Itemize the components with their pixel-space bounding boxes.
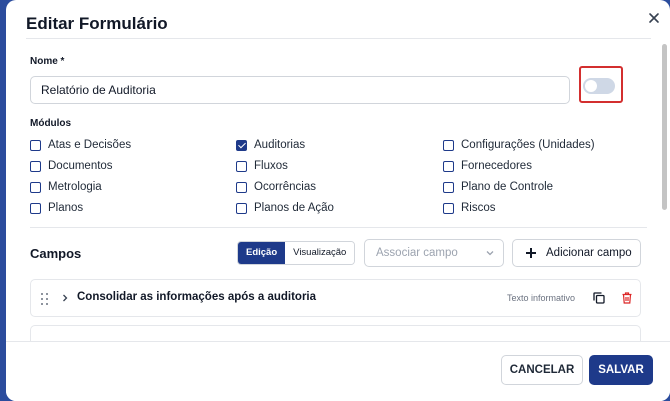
module-fluxos[interactable]: Fluxos [236, 159, 288, 173]
name-label: Nome * [30, 56, 65, 67]
module-documentos[interactable]: Documentos [30, 159, 113, 173]
module-label: Configurações (Unidades) [461, 139, 595, 151]
toggle-knob [585, 80, 597, 92]
module-label: Planos de Ação [254, 202, 334, 214]
chevron-right-icon[interactable] [61, 293, 69, 303]
checkbox[interactable] [443, 202, 454, 214]
close-icon[interactable] [646, 10, 662, 26]
module-label: Documentos [48, 160, 113, 172]
module-ocorrencias[interactable]: Ocorrências [236, 180, 316, 194]
edit-form-modal: Editar Formulário Nome * Relatório de Au… [6, 0, 670, 401]
module-label: Atas e Decisões [48, 139, 132, 151]
drag-handle-icon[interactable] [41, 293, 49, 305]
cancel-button[interactable]: CANCELAR [501, 355, 583, 385]
checkbox[interactable] [30, 202, 41, 214]
field-row-type: Texto informativo [507, 293, 576, 303]
module-configuracoes-unidades[interactable]: Configurações (Unidades) [443, 138, 595, 152]
module-planos[interactable]: Planos [30, 201, 83, 215]
module-fornecedores[interactable]: Fornecedores [443, 159, 532, 173]
edit-mode-tab[interactable]: Edição [238, 242, 286, 264]
checkbox[interactable] [236, 160, 247, 172]
checkbox[interactable] [30, 181, 41, 193]
chevron-down-icon [486, 251, 494, 256]
module-label: Ocorrências [254, 181, 316, 193]
trash-icon[interactable] [620, 291, 634, 305]
modal-title: Editar Formulário [26, 14, 168, 33]
section-divider [30, 227, 647, 228]
module-metrologia[interactable]: Metrologia [30, 180, 102, 194]
copy-icon[interactable] [592, 291, 606, 305]
checkbox[interactable] [30, 139, 41, 151]
view-mode-tab[interactable]: Visualização [285, 242, 355, 264]
save-button[interactable]: SALVAR [589, 355, 653, 385]
module-planos-de-acao[interactable]: Planos de Ação [236, 201, 334, 215]
checkbox[interactable] [236, 181, 247, 193]
modal-footer: CANCELAR SALVAR [6, 341, 670, 401]
checkbox[interactable] [443, 160, 454, 172]
name-input[interactable]: Relatório de Auditoria [30, 76, 570, 104]
add-field-button[interactable]: Adicionar campo [512, 239, 641, 267]
active-toggle[interactable] [583, 78, 615, 94]
checkbox[interactable] [443, 181, 454, 193]
modules-label: Módulos [30, 118, 72, 129]
mode-segmented-control: Edição Visualização [237, 241, 356, 265]
plus-icon [526, 248, 536, 258]
scrollbar[interactable] [662, 44, 667, 210]
module-label: Riscos [461, 202, 496, 214]
module-riscos[interactable]: Riscos [443, 201, 496, 215]
module-label: Auditorias [254, 139, 306, 151]
checkbox[interactable] [30, 160, 41, 172]
module-plano-de-controle[interactable]: Plano de Controle [443, 180, 553, 194]
fields-section-title: Campos [30, 246, 82, 261]
associate-field-placeholder: Associar campo [376, 247, 458, 259]
module-atas-e-decisoes[interactable]: Atas e Decisões [30, 138, 131, 152]
module-label: Fluxos [254, 160, 288, 172]
module-label: Metrologia [48, 181, 102, 193]
header-divider [26, 38, 651, 39]
module-label: Fornecedores [461, 160, 532, 172]
field-row-label: Consolidar as informações após a auditor… [77, 291, 317, 303]
add-field-label: Adicionar campo [546, 247, 632, 259]
checkbox[interactable] [236, 202, 247, 214]
module-label: Plano de Controle [461, 181, 554, 193]
field-row[interactable]: Consolidar as informações após a auditor… [30, 279, 641, 317]
checkbox[interactable] [443, 139, 454, 151]
module-label: Planos [48, 202, 84, 214]
associate-field-select[interactable]: Associar campo [364, 239, 504, 267]
checkbox-checked[interactable] [236, 139, 247, 151]
module-auditorias[interactable]: Auditorias [236, 138, 305, 152]
